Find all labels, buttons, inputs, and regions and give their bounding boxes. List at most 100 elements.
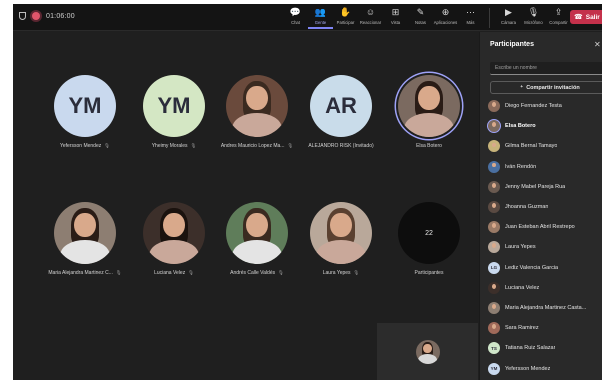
toolbar-label: Gente [314, 20, 327, 25]
participant-list-item[interactable]: Juan Esteban Abril Restrepo🎙 [488, 217, 602, 237]
participant-avatar [488, 201, 500, 214]
participant-tile[interactable]: Elsa Botero [379, 75, 479, 149]
people-icon: 👥 [314, 7, 327, 17]
participant-avatar: TS [488, 342, 500, 355]
face-shape [491, 203, 497, 208]
participant-tile[interactable]: YM Yefersson Mendez 🎙 [35, 75, 135, 149]
toolbar-reactions-button[interactable]: ☺ Reaccionar [358, 6, 383, 29]
participant-list-item[interactable]: Laura Yepes🎙 [488, 237, 602, 257]
toolbar-label: Reaccionar [359, 20, 382, 25]
participant-list: Diego Fernandez Testa🎙Elsa Botero🎙Gilma … [488, 96, 602, 379]
participant-list-item[interactable]: Maria Alejandra Martinez Casta...🎙 [488, 298, 602, 318]
toolbar-more-button[interactable]: ⋯ Más [458, 6, 483, 29]
participant-avatar [226, 202, 288, 264]
search-field[interactable]: ⌕ [490, 62, 602, 75]
face-shape [418, 85, 440, 111]
participant-avatar [488, 241, 500, 254]
participant-list-name: Laura Yepes [505, 244, 536, 251]
search-input[interactable] [495, 65, 595, 71]
toolbar-notes-button[interactable]: ✎ Notas [408, 6, 433, 29]
participant-name-row: Elsa Botero [379, 143, 479, 149]
mic-off-icon: 🎙 [278, 270, 284, 275]
face-shape [423, 343, 432, 354]
toolbar-label: Micrófono [524, 20, 543, 25]
face-shape [491, 122, 497, 128]
participant-list-item[interactable]: Sara Ramirez🎙 [488, 318, 602, 338]
face-shape [246, 212, 268, 238]
phone-hangup-icon: ☎ [574, 14, 583, 21]
participant-list-name: Iván Rendón [505, 163, 537, 170]
view-icon: ⊞ [391, 7, 400, 17]
toolbar-share-button[interactable]: ⇪ Compartir [546, 6, 571, 29]
participant-list-name: Yefersson Mendez [505, 365, 551, 372]
participant-avatar: YM [488, 362, 500, 375]
body-shape [417, 354, 438, 364]
toolbar-microphone-button[interactable]: 🎙 Micrófono [521, 6, 546, 29]
face-shape [163, 212, 185, 238]
participant-name: ALEJANDRO RISK (Invitado) [308, 143, 374, 149]
participant-avatar [488, 100, 500, 113]
face-shape [74, 212, 96, 238]
participant-list-item[interactable]: Iván Rendón🎙 [488, 157, 602, 177]
participant-avatar [488, 322, 500, 335]
participant-list-item[interactable]: Elsa Botero🎙 [488, 116, 602, 136]
toolbar-label: Compartir [549, 20, 568, 25]
toolbar-label: Vista [390, 20, 401, 25]
leave-button[interactable]: ☎ Salir [570, 10, 602, 24]
toolbar-raise-hand-button[interactable]: ✋ Participar [333, 6, 358, 29]
panel-title: Participantes [490, 41, 534, 48]
close-icon[interactable]: ✕ [594, 40, 601, 49]
participant-list-name: Jenny Mabel Pareja Rua [505, 183, 566, 190]
self-avatar [415, 339, 440, 364]
participant-list-name: Elsa Botero [505, 123, 536, 130]
participant-list-item[interactable]: Luciana Velez🎙 [488, 278, 602, 298]
participant-list-item[interactable]: Gilma Bernal Tamayo🎙 [488, 136, 602, 156]
participant-avatar [226, 75, 288, 137]
notes-icon: ✎ [416, 7, 425, 17]
toolbar-chat-button[interactable]: 💬 Chat [283, 6, 308, 29]
raise-hand-icon: ✋ [339, 7, 352, 17]
participant-avatar [488, 281, 500, 294]
participant-name: Maria Alejandra Martinez C... [48, 270, 113, 276]
participant-list-item[interactable]: LGLediz Valencia Garcia🎙 [488, 258, 602, 278]
participant-list-item[interactable]: Diego Fernandez Testa🎙 [488, 96, 602, 116]
participant-list-item[interactable]: TSTatiana Ruiz Salazar🎙 [488, 338, 602, 358]
body-shape [316, 240, 366, 264]
participant-list-item[interactable]: Jhoanna Guzman🎙 [488, 197, 602, 217]
participant-avatar [488, 140, 500, 153]
participant-name: Andrés Calle Valdés [230, 270, 276, 276]
participant-name-row: Laura Yepes 🎙 [291, 270, 391, 276]
participant-list-item[interactable]: YMYefersson Mendez🎙 [488, 358, 602, 378]
participant-name-row: Maria Alejandra Martinez C... 🎙 [35, 270, 135, 276]
participants-panel: Participantes ✕ ⌕ ⁺ Compartir invitación… [479, 32, 602, 380]
face-shape [491, 243, 497, 249]
share-icon: ⇪ [554, 7, 563, 17]
toolbar-camera-button[interactable]: ▶ Cámara [496, 6, 521, 29]
participant-avatar: YM [54, 75, 116, 137]
participant-list-item[interactable]: Jenny Mabel Pareja Rua🎙 [488, 177, 602, 197]
share-invite-label: Compartir invitación [526, 84, 580, 91]
participant-list-name: Juan Esteban Abril Restrepo [505, 224, 575, 231]
reactions-icon: ☺ [365, 7, 376, 17]
face-shape [491, 223, 497, 229]
face-shape [491, 324, 497, 329]
participant-name: Yheimy Morales [151, 143, 188, 149]
self-view[interactable] [377, 323, 478, 380]
participant-tile[interactable]: AR ALEJANDRO RISK (Invitado) [291, 75, 391, 149]
more-participants-tile[interactable]: 22 Participantes [379, 202, 479, 276]
chat-icon: 💬 [289, 7, 302, 17]
participant-avatar [488, 221, 500, 234]
participant-list-name: Diego Fernandez Testa [505, 103, 562, 110]
share-invite-button[interactable]: ⁺ Compartir invitación [490, 81, 602, 94]
participant-tile[interactable]: Maria Alejandra Martinez C... 🎙 [35, 202, 135, 276]
toolbar-people-button[interactable]: 👥 Gente [308, 6, 333, 29]
face-shape [491, 283, 497, 289]
toolbar-label: Cámara [501, 20, 516, 25]
participant-avatar: LG [488, 261, 500, 274]
participant-avatar [488, 180, 500, 193]
toolbar-view-button[interactable]: ⊞ Vista [383, 6, 408, 29]
participant-tile[interactable]: Laura Yepes 🎙 [291, 202, 391, 276]
participant-list-name: Gilma Bernal Tamayo [505, 143, 558, 150]
body-shape [149, 240, 199, 264]
toolbar-apps-button[interactable]: ⊕ Aplicaciones [433, 6, 458, 29]
